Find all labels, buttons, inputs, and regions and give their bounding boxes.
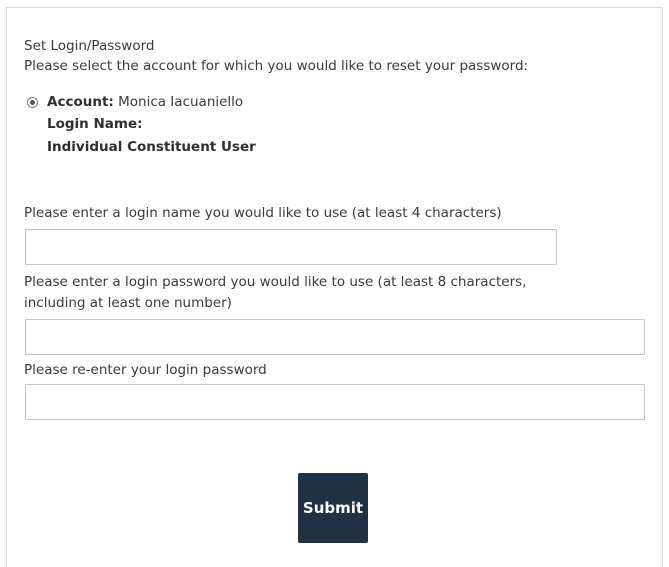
account-radio-button[interactable]: [27, 97, 38, 108]
password-input[interactable]: [25, 319, 645, 355]
password-field-label-line1: Please enter a login password you would …: [24, 274, 527, 290]
password-field-label-line2: including at least one number): [24, 295, 232, 311]
login-name-field-label: Please enter a login name you would like…: [24, 205, 502, 221]
login-name-label: Login Name:: [47, 116, 143, 132]
login-name-input[interactable]: [25, 229, 557, 265]
user-type-label: Individual Constituent User: [47, 139, 256, 155]
confirm-password-input[interactable]: [25, 384, 645, 420]
account-label: Account:: [47, 94, 114, 110]
submit-button[interactable]: Submit: [298, 473, 368, 543]
confirm-password-field-label: Please re-enter your login password: [24, 362, 267, 378]
form-title: Set Login/Password: [24, 38, 155, 54]
account-row[interactable]: Account: Monica Iacuaniello: [47, 93, 243, 112]
account-name: Monica Iacuaniello: [118, 94, 244, 110]
form-instruction: Please select the account for which you …: [24, 58, 529, 74]
